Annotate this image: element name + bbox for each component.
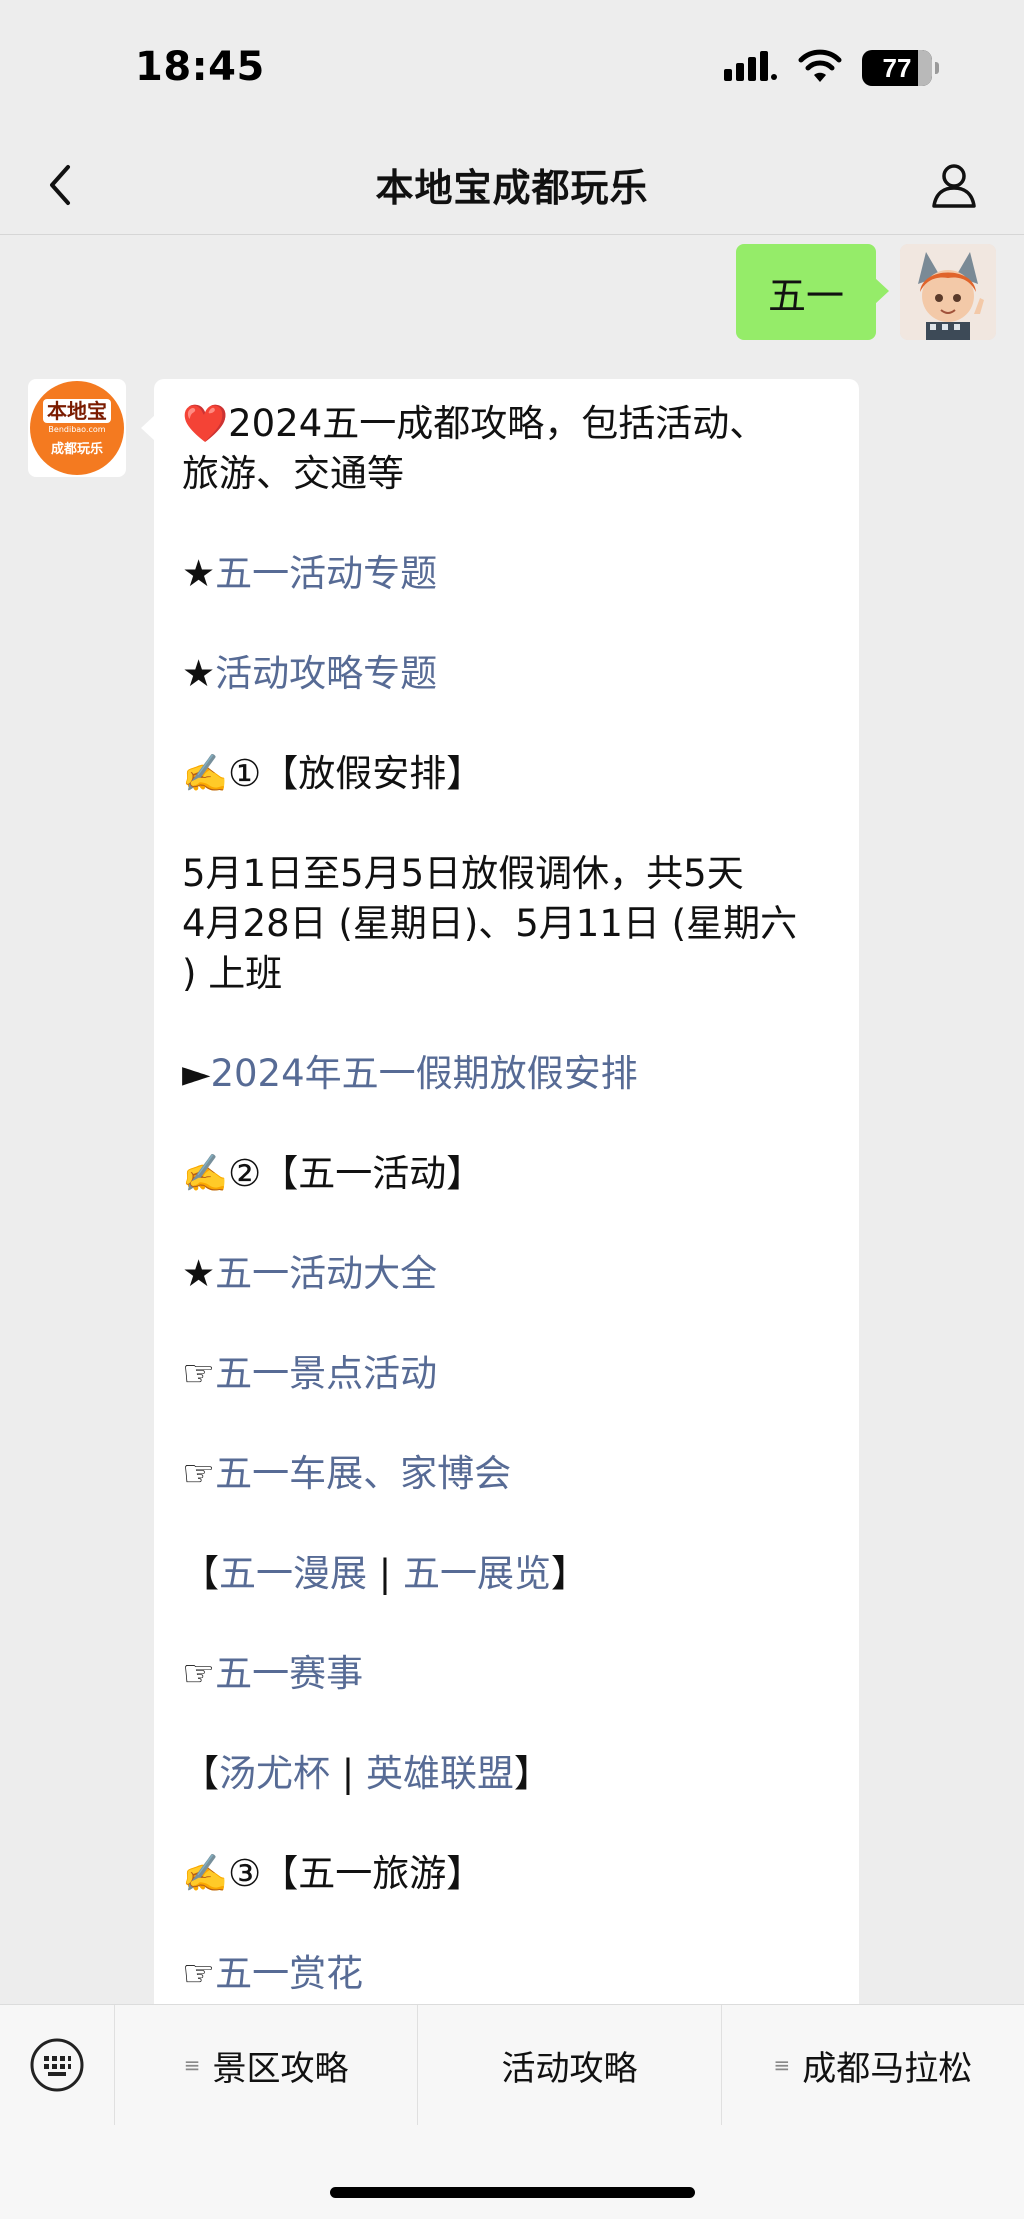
logo-brand: 本地宝	[43, 399, 111, 423]
bot-avatar[interactable]: 本地宝 Bendibao.com 成都玩乐	[28, 379, 126, 477]
battery-icon: 77	[862, 50, 939, 86]
link-holiday-schedule[interactable]: 2024年五一假期放假安排	[210, 1052, 637, 1095]
section-heading-1: ✍️①【放假安排】	[182, 749, 831, 799]
link-scenic-activities[interactable]: 五一景点活动	[215, 1352, 437, 1395]
menu-item-scenic-guide[interactable]: ≡ 景区攻略	[115, 2005, 419, 2125]
menu-item-label: 景区攻略	[212, 2048, 349, 2089]
list-item: ☞五一赛事	[182, 1649, 831, 1699]
pointing-hand-icon: ☞	[182, 1652, 216, 1695]
pointing-hand-icon: ☞	[182, 1352, 216, 1395]
holiday-line1: 5月1日至5月5日放假调休，共5天	[182, 852, 744, 895]
chat-area[interactable]: 五一 本地宝 Bendibao.com 成都玩乐 ❤️2024五一成都攻略，包括…	[0, 236, 1024, 2004]
heading-line2: 旅游、交通等	[182, 452, 404, 495]
section-title-3: ③【五一旅游】	[228, 1852, 484, 1895]
user-avatar[interactable]	[900, 244, 996, 340]
heading-line1: 2024五一成都攻略，包括活动、	[228, 402, 767, 445]
star-icon: ★	[182, 552, 216, 595]
link-exhibitions[interactable]: 五一展览	[403, 1552, 551, 1595]
submenu-icon: ≡	[773, 2053, 791, 2077]
bracket-open: 【	[182, 1552, 219, 1595]
holiday-line3: ) 上班	[182, 952, 283, 995]
star-icon: ★	[182, 1252, 216, 1295]
separator: |	[330, 1752, 366, 1795]
list-item: 【五一漫展 | 五一展览】	[182, 1549, 831, 1599]
status-bar: 18:45 77	[0, 0, 1024, 135]
list-item: ☞五一车展、家博会	[182, 1449, 831, 1499]
link-activity-guide-topic[interactable]: 活动攻略专题	[215, 652, 437, 695]
status-icons: 77	[724, 48, 939, 88]
logo-sub: 成都玩乐	[50, 442, 103, 457]
menu-item-activity-guide[interactable]: 活动攻略	[418, 2005, 722, 2125]
signal-icon	[724, 49, 778, 87]
submenu-icon: ≡	[183, 2053, 201, 2077]
sent-message-row: 五一	[735, 244, 996, 340]
list-item: ★五一活动大全	[182, 1249, 831, 1299]
star-icon: ★	[182, 652, 216, 695]
bendibao-logo: 本地宝 Bendibao.com 成都玩乐	[30, 381, 124, 475]
logo-domain: Bendibao.com	[48, 425, 106, 434]
person-icon[interactable]	[924, 155, 984, 215]
list-item: ☞五一景点活动	[182, 1349, 831, 1399]
list-item: ★五一活动专题	[182, 549, 831, 599]
menu-item-label: 活动攻略	[501, 2048, 638, 2089]
holiday-line2: 4月28日 (星期日)、5月11日 (星期六	[182, 902, 798, 945]
sent-message-text: 五一	[767, 273, 844, 318]
heart-icon: ❤️	[182, 402, 229, 445]
menu-item-label: 成都马拉松	[802, 2048, 973, 2089]
pointer-triangle-icon: ►	[182, 1052, 211, 1095]
section-heading-3: ✍️③【五一旅游】	[182, 1849, 831, 1899]
received-message-row: 本地宝 Bendibao.com 成都玩乐 ❤️2024五一成都攻略，包括活动、…	[28, 379, 859, 2004]
writing-hand-icon: ✍️	[182, 752, 229, 795]
holiday-info: 5月1日至5月5日放假调休，共5天 4月28日 (星期日)、5月11日 (星期六…	[182, 849, 831, 999]
list-item: 【汤尤杯 | 英雄联盟】	[182, 1749, 831, 1799]
bracket-close: 】	[551, 1552, 588, 1595]
writing-hand-icon: ✍️	[182, 1852, 229, 1895]
link-flower-viewing[interactable]: 五一赏花	[215, 1952, 363, 1995]
section-heading-2: ✍️②【五一活动】	[182, 1149, 831, 1199]
section-title-2: ②【五一活动】	[228, 1152, 484, 1195]
list-item: ►2024年五一假期放假安排	[182, 1049, 831, 1099]
pointing-hand-icon: ☞	[182, 1952, 216, 1995]
sent-message-bubble[interactable]: 五一	[735, 244, 890, 340]
link-league-of-legends[interactable]: 英雄联盟	[366, 1752, 514, 1795]
link-sports-events[interactable]: 五一赛事	[215, 1652, 363, 1695]
page-title: 本地宝成都玩乐	[375, 166, 649, 210]
bracket-open: 【	[182, 1752, 219, 1795]
received-message-bubble: ❤️2024五一成都攻略，包括活动、 旅游、交通等 ★五一活动专题 ★活动攻略专…	[141, 379, 859, 2004]
link-thomas-uber-cup[interactable]: 汤尤杯	[219, 1752, 330, 1795]
writing-hand-icon: ✍️	[182, 1152, 229, 1195]
keyboard-icon[interactable]	[0, 2005, 115, 2125]
status-time: 18:45	[135, 44, 265, 90]
link-comic-expo[interactable]: 五一漫展	[219, 1552, 367, 1595]
menu-item-chengdu-marathon[interactable]: ≡ 成都马拉松	[722, 2005, 1024, 2125]
link-auto-home-expo[interactable]: 五一车展、家博会	[215, 1452, 511, 1495]
link-activities-all[interactable]: 五一活动大全	[215, 1252, 437, 1295]
wifi-icon	[796, 48, 844, 88]
list-item: ★活动攻略专题	[182, 649, 831, 699]
home-indicator[interactable]	[330, 2187, 695, 2198]
pointing-hand-icon: ☞	[182, 1452, 216, 1495]
bracket-close: 】	[514, 1752, 551, 1795]
section-title-1: ①【放假安排】	[228, 752, 484, 795]
nav-bar: 本地宝成都玩乐	[0, 135, 1024, 235]
reply-heading: ❤️2024五一成都攻略，包括活动、 旅游、交通等	[182, 399, 831, 499]
menu-items: ≡ 景区攻略 活动攻略 ≡ 成都马拉松	[115, 2005, 1024, 2125]
link-may-day-topic[interactable]: 五一活动专题	[215, 552, 437, 595]
separator: |	[367, 1552, 403, 1595]
battery-level: 77	[882, 52, 912, 83]
list-item: ☞五一赏花	[182, 1949, 831, 1999]
